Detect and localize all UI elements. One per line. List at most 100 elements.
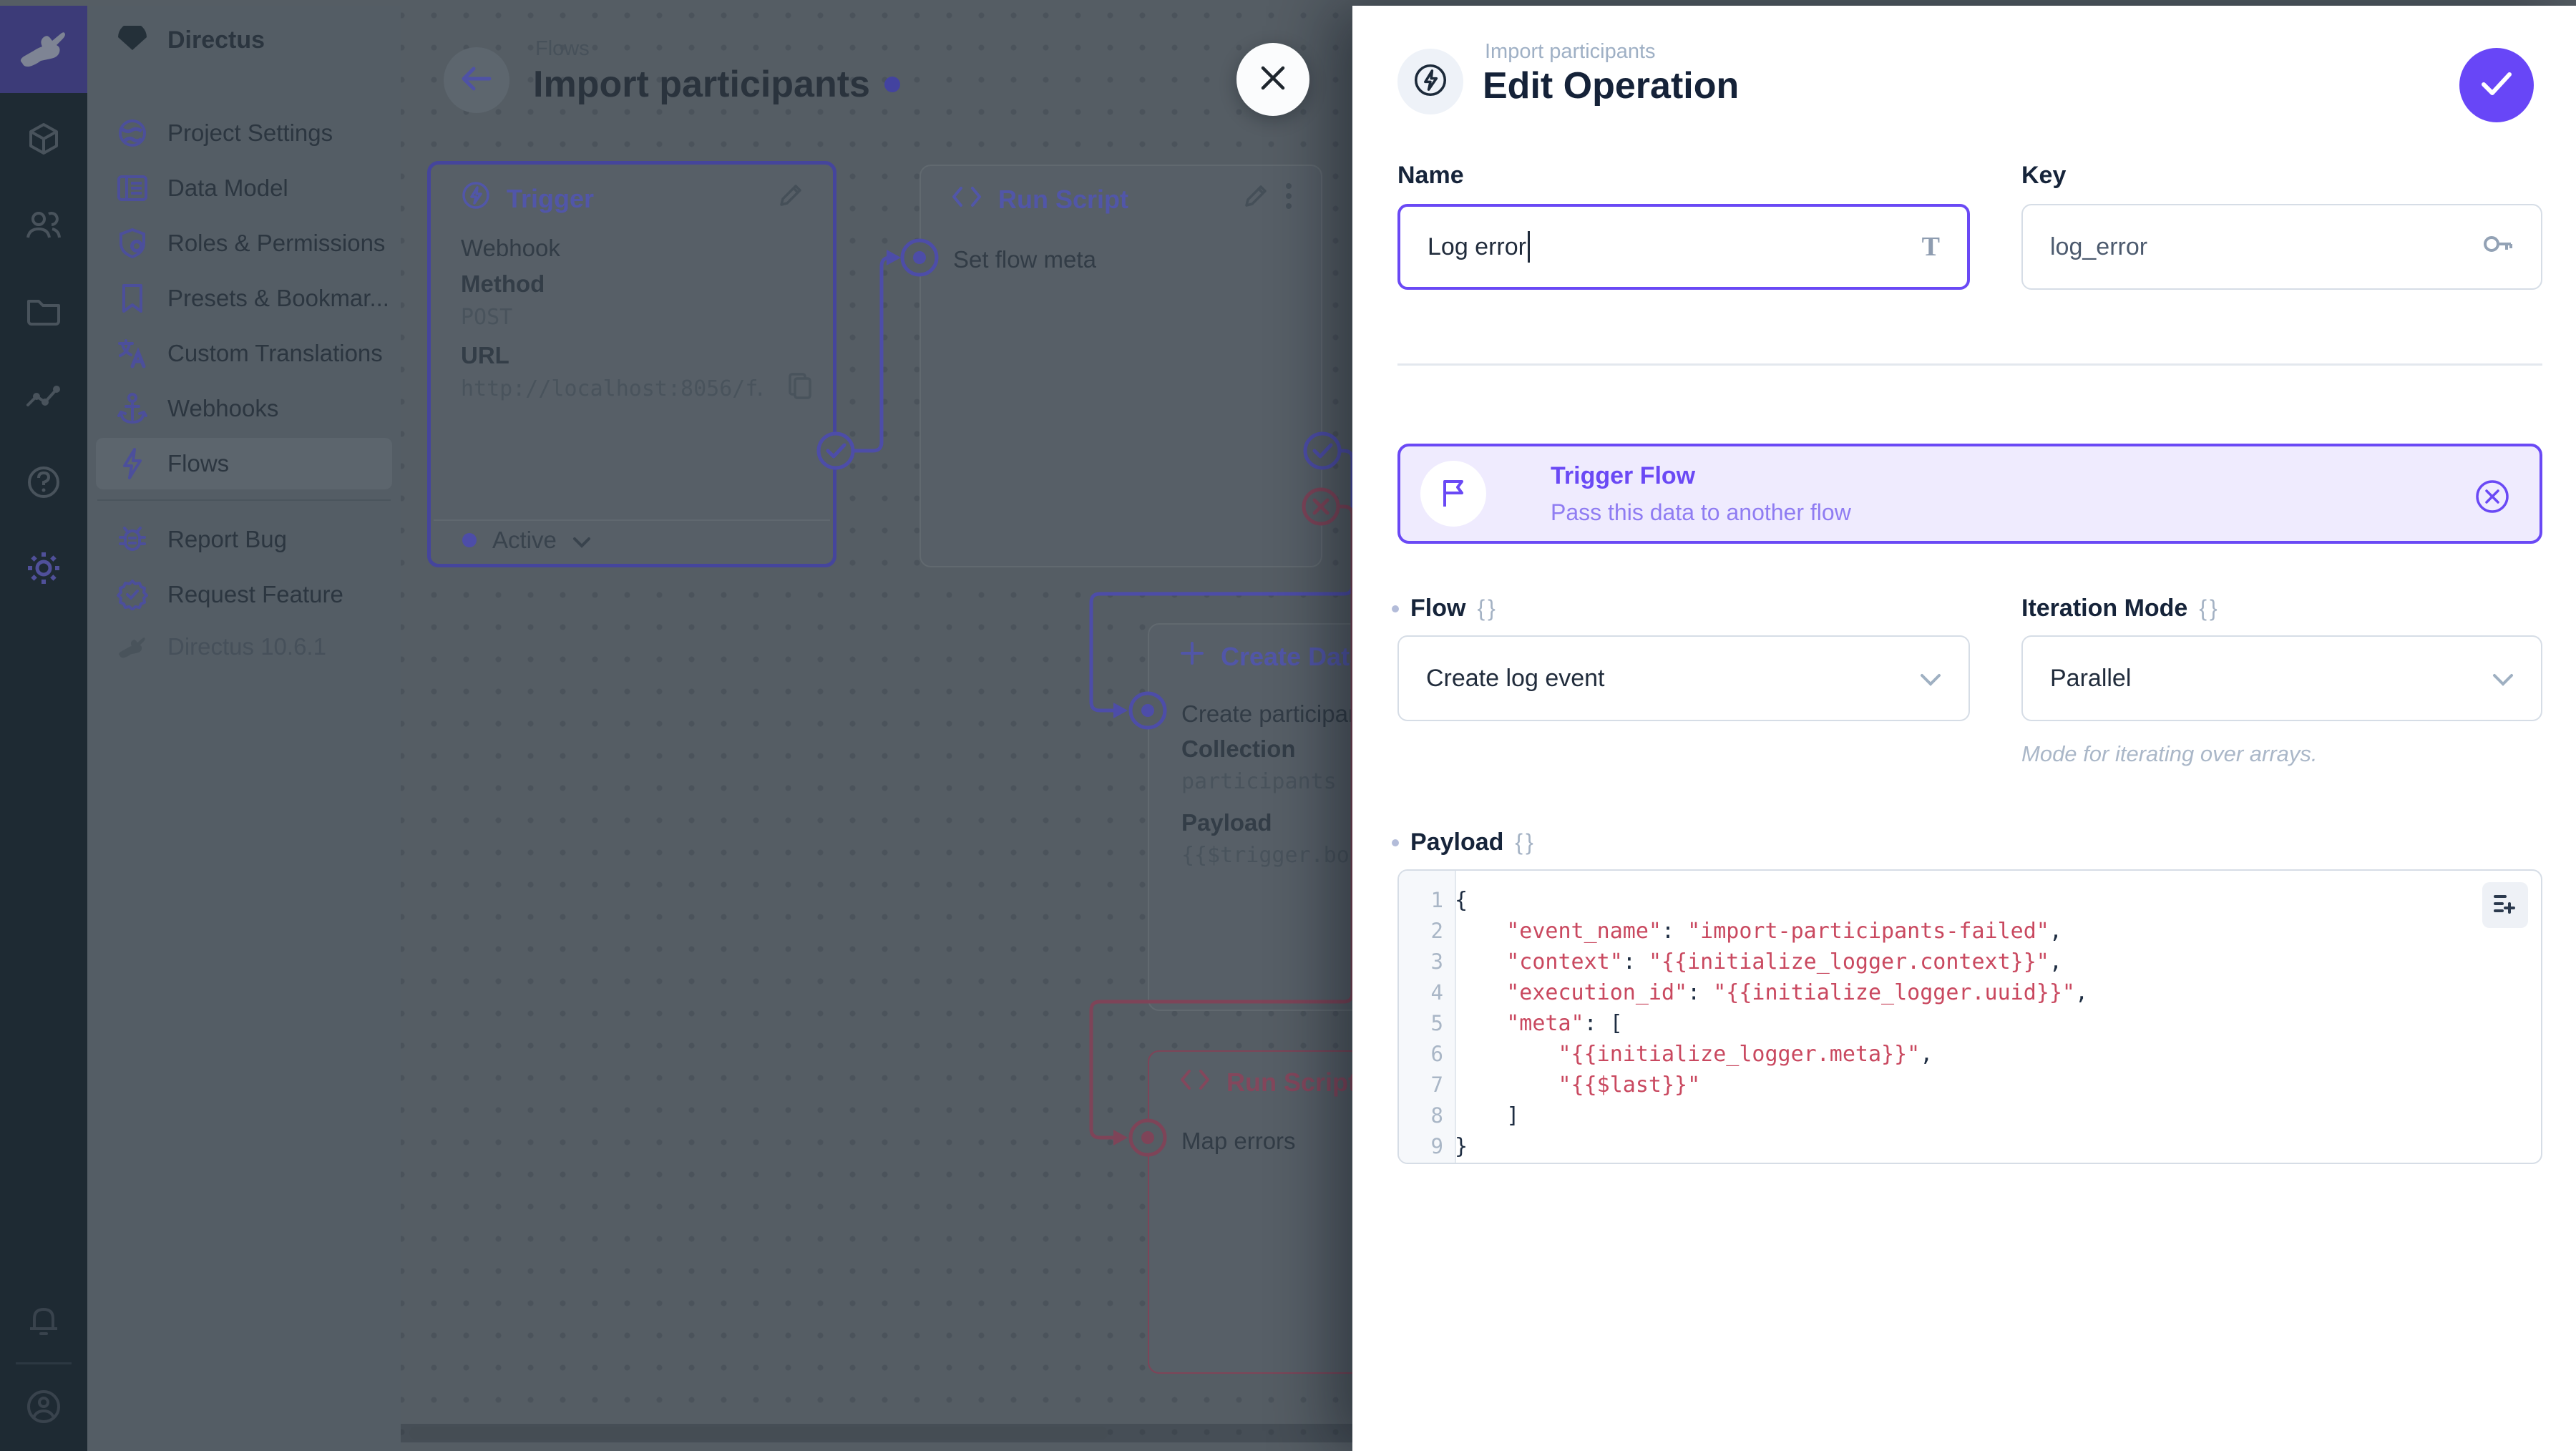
badge-check-icon bbox=[116, 579, 149, 610]
horizontal-scrollbar-thumb[interactable] bbox=[409, 1427, 1108, 1440]
bookmark-icon bbox=[116, 283, 149, 314]
module-collections[interactable] bbox=[0, 104, 87, 176]
panel-title: Run Script bbox=[1226, 1068, 1352, 1097]
code-line: "{{initialize_logger.meta}}", bbox=[1558, 1042, 1933, 1067]
sidebar-item-report-bug[interactable]: Report Bug bbox=[96, 514, 392, 565]
bolt-circle-icon bbox=[1413, 62, 1448, 102]
panel-title: Run Script bbox=[998, 184, 1129, 214]
translate-icon bbox=[116, 338, 149, 369]
notifications-button[interactable] bbox=[0, 1286, 87, 1358]
sidebar-item-label: Project Settings bbox=[167, 119, 333, 146]
operation-name: Map errors bbox=[1181, 1128, 1296, 1154]
module-users[interactable] bbox=[0, 190, 87, 262]
directus-logo[interactable] bbox=[0, 6, 87, 93]
flow-select[interactable]: Create log event bbox=[1397, 635, 1970, 721]
remove-panel-icon[interactable] bbox=[2474, 478, 2511, 519]
check-icon bbox=[2480, 71, 2513, 100]
back-button[interactable] bbox=[444, 47, 509, 113]
key-label: Key bbox=[2021, 162, 2067, 189]
sidebar-item-custom-translations[interactable]: Custom Translations bbox=[96, 328, 392, 379]
sidebar-item-roles-permissions[interactable]: Roles & Permissions bbox=[96, 218, 392, 269]
trigger-panel[interactable]: Trigger Webhook Method POST URL http://l… bbox=[427, 161, 836, 567]
status-toggle[interactable]: Active bbox=[462, 527, 591, 554]
status-label: Active bbox=[492, 527, 557, 553]
create-data-header: Create Data bbox=[1179, 640, 1352, 673]
trigger-flow-banner[interactable]: Trigger Flow Pass this data to another f… bbox=[1397, 444, 2542, 544]
line-number: 1 bbox=[1430, 888, 1443, 912]
help-icon bbox=[26, 465, 61, 503]
drawer-close-button[interactable] bbox=[1236, 43, 1309, 116]
module-bar-divider bbox=[16, 1362, 72, 1364]
operation-name: Create participant bbox=[1181, 700, 1352, 727]
bolt-circle-icon bbox=[461, 180, 491, 217]
gear-icon bbox=[26, 550, 62, 590]
sidebar-item-label: Presets & Bookmar... bbox=[167, 285, 389, 311]
banner-subtitle: Pass this data to another flow bbox=[1551, 499, 1851, 525]
key-input[interactable]: log_error bbox=[2021, 204, 2542, 290]
module-insights[interactable] bbox=[0, 362, 87, 434]
text-format-icon[interactable]: T bbox=[1922, 231, 1940, 263]
version-row: Directus 10.6.1 bbox=[96, 621, 392, 673]
rabbit-icon bbox=[116, 635, 149, 659]
drawer-breadcrumb: Import participants bbox=[1485, 40, 1656, 63]
module-settings[interactable] bbox=[0, 534, 87, 605]
braces-icon: {} bbox=[1515, 829, 1536, 855]
user-menu-button[interactable] bbox=[0, 1372, 87, 1444]
chevron-down-icon bbox=[1920, 665, 1941, 693]
globe-icon bbox=[116, 118, 149, 148]
code-icon bbox=[1179, 1068, 1211, 1098]
module-bar bbox=[0, 6, 87, 1451]
avatar-icon bbox=[26, 1389, 62, 1428]
sidebar-item-label: Report Bug bbox=[167, 526, 287, 552]
status-dot bbox=[462, 533, 477, 547]
bolt-icon bbox=[116, 447, 149, 480]
key-icon bbox=[2482, 233, 2514, 262]
sidebar-item-request-feature[interactable]: Request Feature bbox=[96, 569, 392, 620]
module-files[interactable] bbox=[0, 276, 87, 348]
interpolation-button[interactable] bbox=[2482, 882, 2528, 928]
code-line: ] bbox=[1455, 1103, 1520, 1128]
cube-icon bbox=[26, 122, 61, 160]
sidebar-item-flows[interactable]: Flows bbox=[96, 438, 392, 489]
create-data-panel[interactable]: Create Data Create participant Collectio… bbox=[1148, 623, 1352, 1011]
payload-value: {{$trigger.bod bbox=[1181, 843, 1352, 868]
trigger-panel-header: Trigger bbox=[461, 180, 804, 217]
sidebar-item-presets-bookmarks[interactable]: Presets & Bookmar... bbox=[96, 273, 392, 324]
sidebar-item-label: Custom Translations bbox=[167, 340, 383, 366]
trigger-divider bbox=[434, 519, 830, 521]
data-model-icon bbox=[116, 175, 149, 202]
save-button[interactable] bbox=[2459, 48, 2534, 122]
key-value: log_error bbox=[2050, 233, 2148, 260]
section-divider bbox=[1397, 363, 2542, 366]
code-line: "{{$last}}" bbox=[1558, 1073, 1701, 1098]
module-docs[interactable] bbox=[0, 448, 87, 519]
kebab-menu-icon[interactable] bbox=[1285, 182, 1292, 217]
edit-pencil-icon[interactable] bbox=[1242, 182, 1269, 216]
line-number: 3 bbox=[1430, 949, 1443, 974]
name-label: Name bbox=[1397, 162, 1464, 189]
sidebar-item-project-settings[interactable]: Project Settings bbox=[96, 107, 392, 159]
nav-divider bbox=[97, 499, 391, 501]
banner-title: Trigger Flow bbox=[1551, 462, 1696, 489]
collection-value: participants bbox=[1181, 769, 1337, 794]
payload-label: Payload bbox=[1181, 809, 1272, 836]
copy-icon[interactable] bbox=[787, 372, 813, 404]
map-errors-panel[interactable]: Run Script Map errors bbox=[1148, 1050, 1352, 1374]
sidebar-item-data-model[interactable]: Data Model bbox=[96, 162, 392, 214]
sidebar-item-label: Webhooks bbox=[167, 395, 279, 421]
edit-pencil-icon[interactable] bbox=[777, 182, 804, 215]
breadcrumb[interactable]: Flows bbox=[535, 37, 590, 61]
sidebar-item-webhooks[interactable]: Webhooks bbox=[96, 383, 392, 434]
project-chooser[interactable]: Directus bbox=[116, 23, 265, 55]
iteration-mode-select[interactable]: Parallel bbox=[2021, 635, 2542, 721]
name-input[interactable]: Log error T bbox=[1397, 204, 1970, 290]
drawer-header-icon bbox=[1397, 49, 1463, 114]
required-dot bbox=[1392, 839, 1399, 846]
code-line: "event_name": "import-participants-faile… bbox=[1506, 919, 2062, 944]
iteration-note: Mode for iterating over arrays. bbox=[2021, 741, 2318, 766]
run-script-header: Run Script bbox=[951, 182, 1292, 217]
shield-icon bbox=[116, 228, 149, 259]
run-script-panel[interactable]: Run Script Set flow meta bbox=[919, 165, 1322, 567]
payload-code-editor[interactable]: 1 {2 "event_name": "import-participants-f… bbox=[1397, 869, 2542, 1164]
directus-app: Directus Project Settings Data Model Rol… bbox=[0, 0, 2576, 1451]
